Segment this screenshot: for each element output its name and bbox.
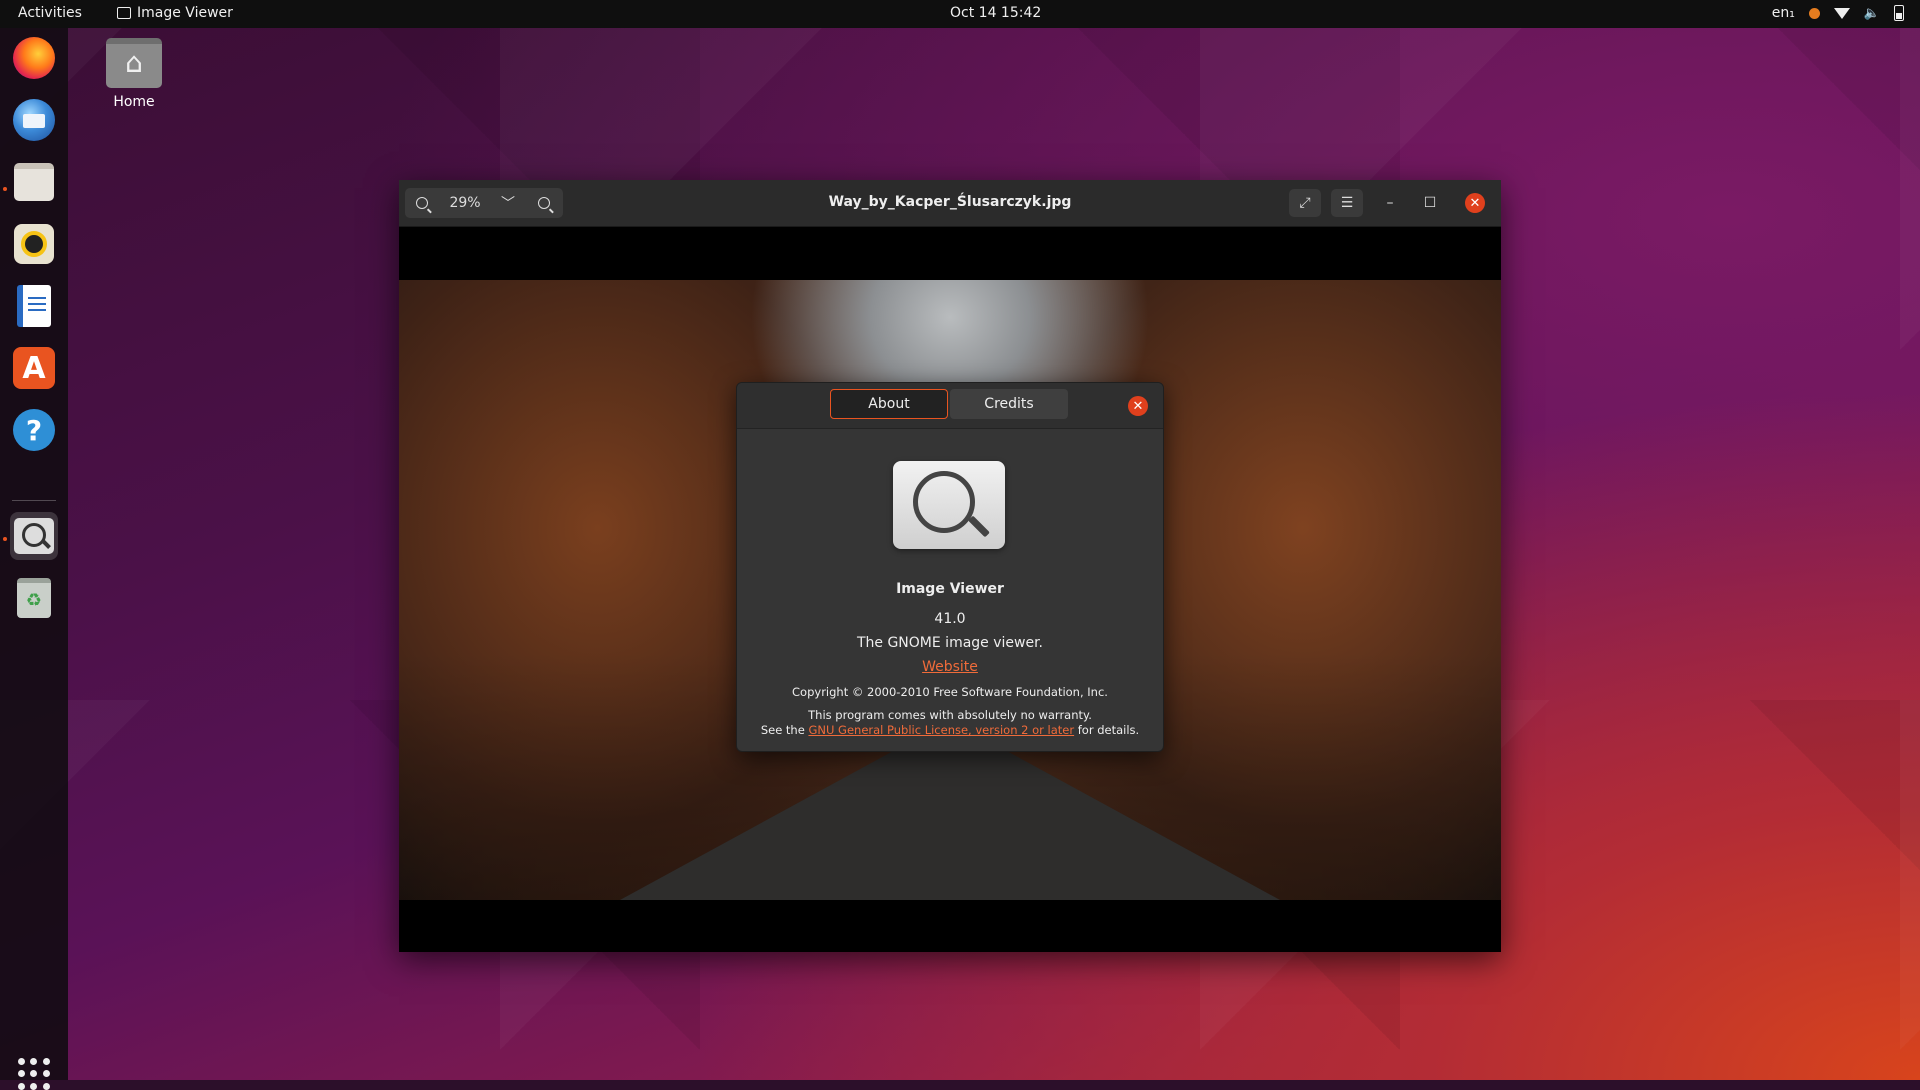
top-bar: Activities Image Viewer Oct 14 15:42 en₁… (0, 0, 1920, 28)
running-indicator (3, 187, 7, 191)
about-dialog: About Credits ✕ Image Viewer 41.0 The GN… (736, 382, 1164, 752)
battery-icon[interactable] (1894, 5, 1904, 21)
dock-firefox[interactable] (10, 34, 58, 82)
trash-icon: ♻ (17, 578, 51, 618)
image-viewer-icon (14, 518, 54, 554)
thunderbird-icon (13, 99, 55, 141)
fullscreen-icon: ⤢ (1299, 195, 1311, 211)
minimize-button[interactable]: – (1377, 189, 1403, 217)
activities-button[interactable]: Activities (18, 5, 82, 21)
dock-rhythmbox[interactable] (10, 220, 58, 268)
window-close-button[interactable]: ✕ (1462, 189, 1488, 217)
about-version: 41.0 (934, 611, 966, 627)
show-apps-button[interactable] (18, 1058, 50, 1090)
app-menu-label: Image Viewer (137, 5, 233, 21)
home-folder-icon (106, 38, 162, 88)
running-indicator (3, 537, 7, 541)
license-link[interactable]: GNU General Public License, version 2 or… (808, 723, 1074, 737)
image-viewer-logo-icon (893, 461, 1005, 549)
input-language[interactable]: en₁ (1772, 5, 1795, 21)
notification-dot-icon (1808, 7, 1820, 19)
dock-software[interactable]: A (10, 344, 58, 392)
about-copyright: Copyright © 2000-2010 Free Software Foun… (792, 685, 1108, 699)
dock-image-viewer[interactable] (10, 512, 58, 560)
software-store-icon: A (13, 347, 55, 389)
dock: A ? ♻ (0, 28, 68, 1090)
minimize-icon: – (1386, 195, 1394, 211)
warranty-line: This program comes with absolutely no wa… (808, 708, 1092, 722)
fullscreen-button[interactable]: ⤢ (1289, 189, 1321, 217)
wifi-icon[interactable] (1833, 7, 1850, 19)
system-tray[interactable]: en₁ 🔈 (1772, 5, 1904, 21)
license-prefix: See the (760, 723, 809, 737)
license-line: See the GNU General Public License, vers… (737, 723, 1163, 738)
dock-files[interactable] (10, 158, 58, 206)
tab-credits[interactable]: Credits (950, 389, 1068, 419)
dock-writer[interactable] (10, 282, 58, 330)
volume-icon[interactable]: 🔈 (1864, 6, 1880, 21)
about-dialog-header: About Credits ✕ (737, 383, 1163, 429)
license-suffix: for details. (1074, 723, 1140, 737)
menu-button[interactable]: ☰ (1331, 189, 1363, 217)
close-icon: ✕ (1128, 396, 1148, 416)
files-icon (14, 163, 54, 201)
dock-separator (12, 500, 56, 501)
maximize-icon: ☐ (1423, 195, 1437, 211)
about-comment: The GNOME image viewer. (856, 635, 1044, 651)
website-link[interactable]: Website (737, 659, 1163, 675)
home-folder-label: Home (113, 94, 155, 110)
close-icon: ✕ (1465, 193, 1485, 213)
help-icon: ? (13, 409, 55, 451)
dock-help[interactable]: ? (10, 406, 58, 454)
app-menu[interactable]: Image Viewer (117, 5, 233, 21)
dock-thunderbird[interactable] (10, 96, 58, 144)
clock[interactable]: Oct 14 15:42 (950, 5, 1041, 21)
writer-icon (17, 285, 51, 327)
tab-about[interactable]: About (830, 389, 948, 419)
rhythmbox-icon (14, 224, 54, 264)
about-warranty: This program comes with absolutely no wa… (737, 708, 1163, 738)
header-bar: 29% ﹀ Way_by_Kacper_Ślusarczyk.jpg ⤢ ☰ –… (399, 180, 1501, 227)
maximize-button[interactable]: ☐ (1417, 189, 1443, 217)
image-viewer-icon (117, 7, 131, 19)
desktop-home-folder[interactable]: Home (104, 38, 164, 110)
about-close-button[interactable]: ✕ (1128, 396, 1148, 416)
hamburger-menu-icon: ☰ (1340, 195, 1354, 211)
firefox-icon (13, 37, 55, 79)
about-app-name: Image Viewer (896, 581, 1004, 597)
dock-trash[interactable]: ♻ (10, 574, 58, 622)
